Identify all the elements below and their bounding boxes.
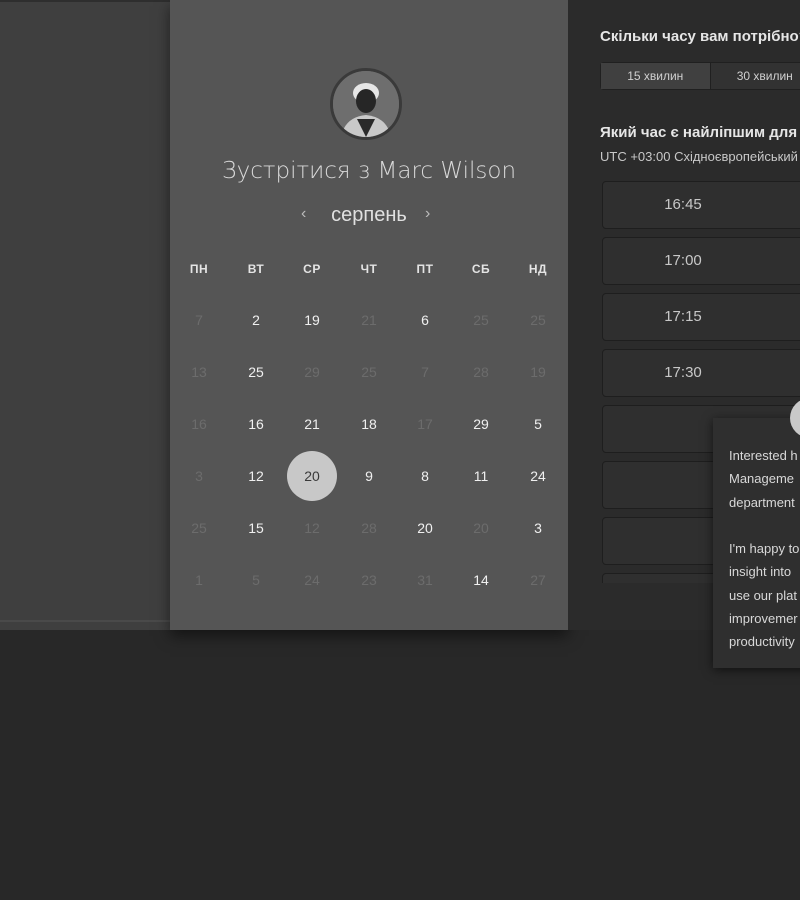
calendar-day: 5 bbox=[252, 572, 260, 588]
weekday-header: ПН ВТ СР ЧТ ПТ СБ НД bbox=[170, 262, 568, 278]
calendar-day[interactable]: 20 bbox=[400, 503, 450, 553]
calendar-day[interactable]: 19 bbox=[287, 295, 337, 345]
calendar-day: 19 bbox=[530, 364, 546, 380]
calendar-day: 28 bbox=[473, 364, 489, 380]
calendar-day[interactable]: 29 bbox=[456, 399, 506, 449]
calendar-panel: Зустрітися з Marc Wilson ‹ серпень › ПН В… bbox=[170, 0, 568, 630]
calendar-day[interactable]: 3 bbox=[513, 503, 563, 553]
time-slot-label: 16:45 bbox=[664, 196, 702, 213]
calendar-day: 3 bbox=[195, 468, 203, 484]
calendar-day[interactable]: 24 bbox=[513, 451, 563, 501]
calendar-day: 7 bbox=[421, 364, 429, 380]
time-slot[interactable]: 17:00 bbox=[602, 237, 800, 285]
chat-message-line: I'm happy to bbox=[729, 541, 800, 556]
chat-message-line: Interested h bbox=[729, 448, 798, 463]
calendar-day: 25 bbox=[530, 312, 546, 328]
calendar-day: 25 bbox=[473, 312, 489, 328]
chat-message-popup: Interested h Manageme department I'm happy… bbox=[713, 418, 800, 668]
calendar-day[interactable]: 9 bbox=[344, 451, 394, 501]
calendar-day[interactable]: 21 bbox=[287, 399, 337, 449]
time-slot[interactable]: 17:15 bbox=[602, 293, 800, 341]
weekday-label: ПТ bbox=[416, 262, 434, 276]
calendar-day: 31 bbox=[417, 572, 433, 588]
calendar-day[interactable]: 11 bbox=[456, 451, 506, 501]
calendar-day[interactable]: 2 bbox=[231, 295, 281, 345]
weekday-label: СР bbox=[303, 262, 321, 276]
calendar-day: 24 bbox=[304, 572, 320, 588]
calendar-day: 21 bbox=[361, 312, 377, 328]
calendar-day[interactable]: 5 bbox=[513, 399, 563, 449]
chat-message-line: use our plat bbox=[729, 587, 797, 603]
calendar-day: 27 bbox=[530, 572, 546, 588]
time-slot[interactable]: 16:45 bbox=[602, 181, 800, 229]
calendar-day: 25 bbox=[361, 364, 377, 380]
chevron-left-icon[interactable]: ‹ bbox=[301, 205, 306, 223]
chat-message-line: Manageme bbox=[729, 471, 795, 487]
weekday-label: ВТ bbox=[247, 262, 265, 276]
month-navigation: ‹ серпень › bbox=[170, 203, 568, 231]
duration-option-30[interactable]: 30 хвилин bbox=[711, 63, 800, 89]
calendar-day: 1 bbox=[195, 572, 203, 588]
calendar-day[interactable]: 15 bbox=[231, 503, 281, 553]
calendar-day: 20 bbox=[473, 520, 489, 536]
calendar-day: 17 bbox=[417, 416, 433, 432]
time-slot-label: 17:15 bbox=[664, 308, 702, 325]
calendar-day[interactable]: 25 bbox=[231, 347, 281, 397]
calendar-grid: 7 2 19 21 6 25 25 13 25 29 25 7 28 19 16 16 21 18 17 29 5 3 12… bbox=[170, 294, 568, 594]
left-backdrop bbox=[0, 0, 170, 630]
chat-message-line: improvemer bbox=[729, 610, 798, 626]
timezone-label[interactable]: UTC +03:00 Східноєвропейський час bbox=[600, 149, 800, 164]
chat-message-paragraph-1: Interested h Manageme department bbox=[729, 444, 800, 514]
left-divider bbox=[0, 620, 170, 622]
calendar-day[interactable]: 18 bbox=[344, 399, 394, 449]
time-slot-label: 17:00 bbox=[664, 252, 702, 269]
calendar-day[interactable]: 20 bbox=[287, 451, 337, 501]
calendar-day[interactable]: 12 bbox=[231, 451, 281, 501]
avatar bbox=[330, 68, 402, 140]
time-question: Який час є найліпшим для вас? bbox=[600, 124, 800, 141]
chat-message-line: department bbox=[729, 494, 795, 510]
meeting-title: Зустрітися з Marc Wilson bbox=[221, 158, 517, 184]
weekday-label: ЧТ bbox=[360, 262, 378, 276]
calendar-day[interactable]: 16 bbox=[231, 399, 281, 449]
calendar-day[interactable]: 14 bbox=[456, 555, 506, 605]
weekday-label: ПН bbox=[189, 262, 209, 276]
time-slot[interactable]: 17:30 bbox=[602, 349, 800, 397]
calendar-day: 16 bbox=[191, 416, 207, 432]
time-slot-label: 17:30 bbox=[664, 364, 702, 381]
duration-selector: 15 хвилин 30 хвилин bbox=[600, 62, 800, 90]
calendar-day: 13 bbox=[191, 364, 207, 380]
duration-option-15[interactable]: 15 хвилин bbox=[601, 63, 711, 89]
chat-message-line: insight into bbox=[729, 564, 792, 580]
calendar-day: 28 bbox=[361, 520, 377, 536]
calendar-day: 25 bbox=[191, 520, 207, 536]
calendar-day: 29 bbox=[304, 364, 320, 380]
weekday-label: СБ bbox=[471, 262, 491, 276]
calendar-day: 7 bbox=[195, 312, 203, 328]
chevron-right-icon[interactable]: › bbox=[425, 205, 430, 223]
calendar-day: 23 bbox=[361, 572, 377, 588]
calendar-day[interactable]: 6 bbox=[400, 295, 450, 345]
calendar-day[interactable]: 8 bbox=[400, 451, 450, 501]
weekday-label: НД bbox=[528, 262, 548, 276]
duration-question: Скільки часу вам потрібно? bbox=[600, 28, 800, 45]
chat-message-line: productivity bbox=[729, 634, 795, 650]
month-label: серпень bbox=[331, 204, 407, 226]
top-divider bbox=[0, 0, 170, 2]
calendar-day: 12 bbox=[304, 520, 320, 536]
chat-message-paragraph-2: I'm happy to insight into use our plat impr… bbox=[729, 537, 800, 653]
